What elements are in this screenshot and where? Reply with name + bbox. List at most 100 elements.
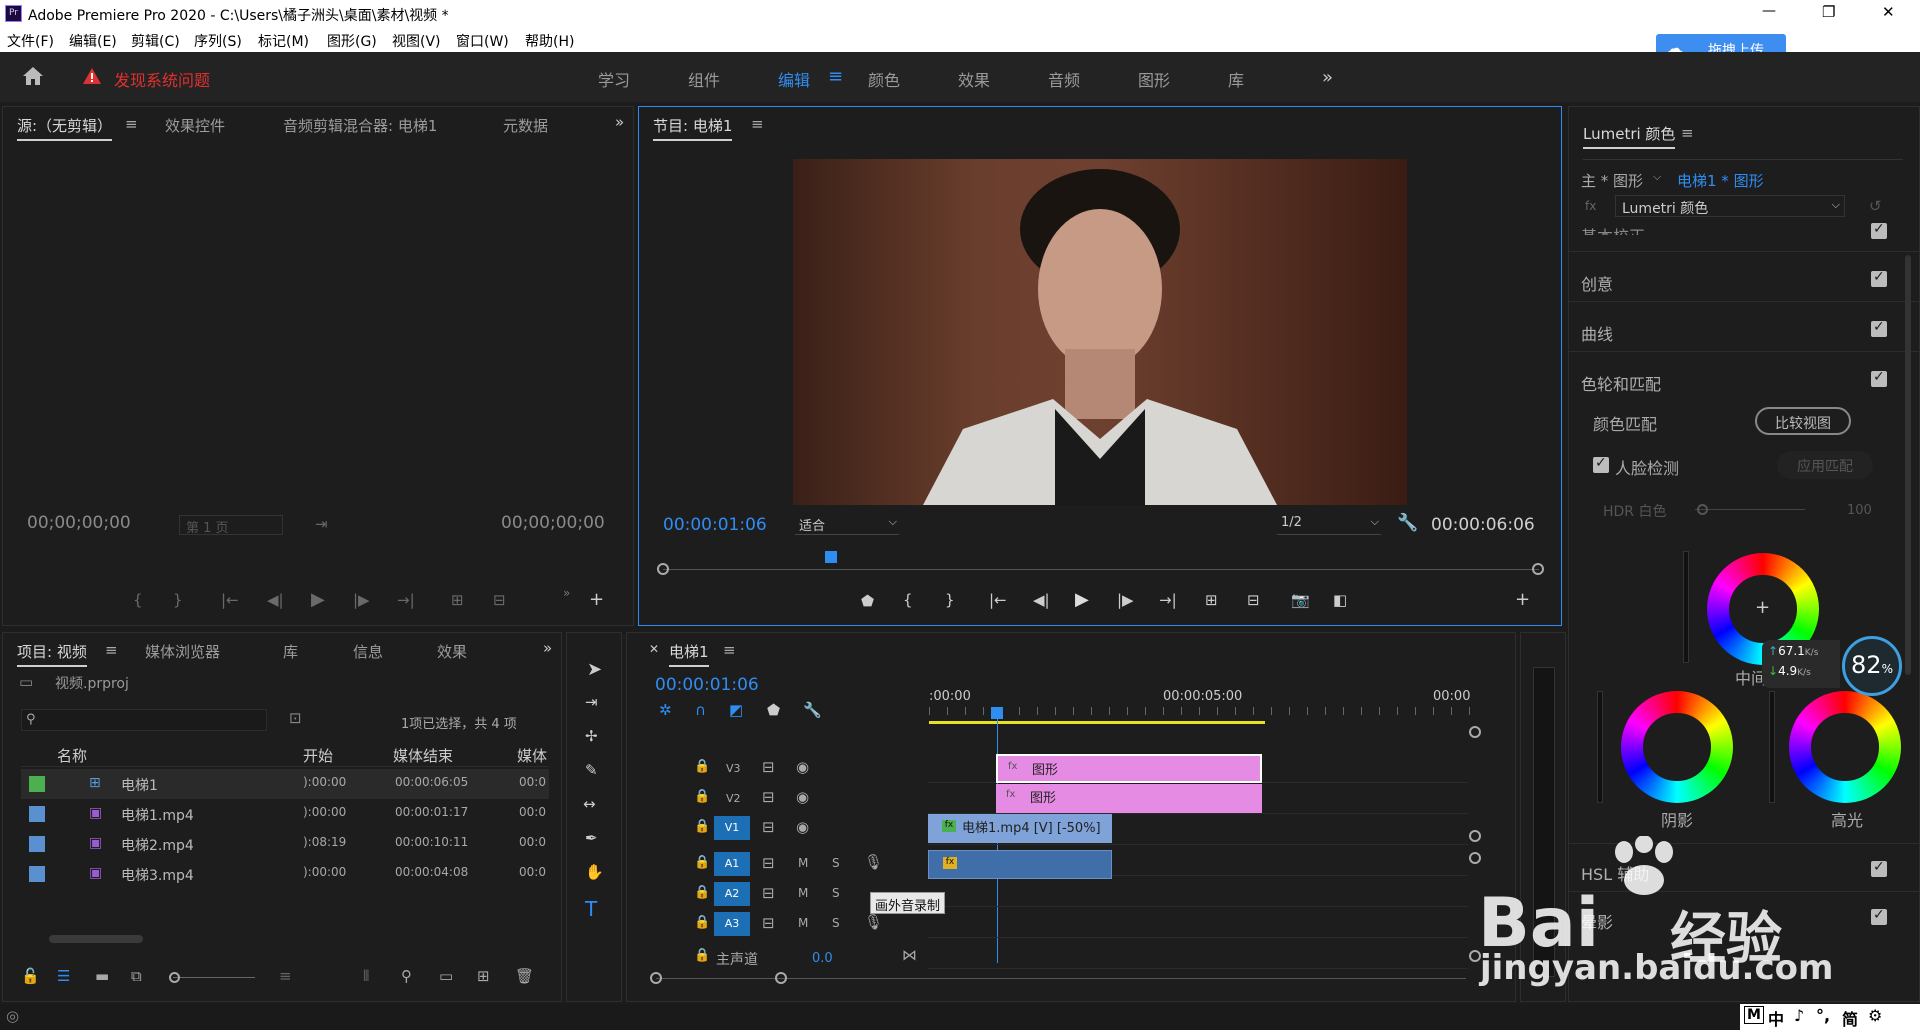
graphic-clip-v2[interactable]: fx 图形 [996,784,1262,813]
overwrite-icon[interactable]: ⊟ [493,593,506,608]
lock-icon[interactable]: 🔒 [694,856,710,869]
insert-icon[interactable]: ⊞ [451,593,464,608]
workspace-tab-libraries[interactable]: 库 [1228,67,1244,91]
workspace-tab-audio[interactable]: 音频 [1048,67,1080,91]
menu-sequence[interactable]: 序列(S) [194,31,242,51]
mark-out-icon[interactable]: } [173,593,183,608]
lock-icon[interactable]: 🔒 [694,820,710,833]
add-button-icon[interactable]: + [1515,591,1530,609]
icon-view-icon[interactable]: ▬ [95,969,109,984]
sync-lock-icon[interactable]: ⊟ [762,886,775,901]
section-creative-checkbox[interactable] [1871,269,1887,287]
microphone-icon[interactable]: 🎙 [864,915,883,930]
network-speed-widget[interactable]: ↑67.1K/s ↓4.9K/s 82% [1762,636,1916,696]
microphone-icon[interactable]: 🎙 [864,855,883,870]
nest-icon[interactable]: ✲ [659,703,672,718]
sync-lock-icon[interactable]: ⊟ [762,760,775,775]
midtone-slider[interactable] [1683,551,1689,663]
project-row[interactable]: ▣ 电梯3.mp4 ):00:00 00:00:04:08 00:0 [21,859,549,889]
menu-graphics[interactable]: 图形(G) [327,31,377,51]
home-icon[interactable] [22,66,44,86]
menu-marker[interactable]: 标记(M) [258,31,309,51]
type-tool-icon[interactable]: T [585,899,597,919]
solo-icon[interactable]: S [832,917,840,929]
tab-audio-clip-mixer[interactable]: 音频剪辑混合器: 电梯1 [283,115,437,136]
audio-clip-a1[interactable]: fx [928,850,1112,879]
ime-settings-icon[interactable]: ⚙ [1868,1006,1882,1025]
resolution-select[interactable]: 1/2 ⌵ [1277,513,1381,535]
close-button[interactable]: ✕ [1882,3,1895,21]
step-forward-icon[interactable]: |▶ [353,593,370,608]
new-item-icon[interactable]: ⊞ [477,969,490,984]
scrub-start-handle[interactable] [657,563,669,575]
menu-view[interactable]: 视图(V) [392,31,441,51]
step-forward-icon[interactable]: |▶ [1117,593,1134,608]
item-name[interactable]: 电梯2.mp4 [121,835,194,855]
video-clip-v1[interactable]: fx 电梯1.mp4 [V] [-50%] [928,814,1112,843]
playhead-icon[interactable] [991,707,1003,719]
lift-icon[interactable]: ⊞ [1205,593,1218,608]
tab-timeline[interactable]: 电梯1 [669,641,709,667]
sort-icon[interactable]: ≡ [279,969,292,984]
menu-window[interactable]: 窗口(W) [456,31,509,51]
add-marker-icon[interactable]: ⬟ [861,594,874,609]
eye-icon[interactable]: ◉ [796,760,809,775]
project-row[interactable]: ▣ 电梯2.mp4 ):08:19 00:00:10:11 00:0 [21,829,549,859]
tab-source[interactable]: 源:（无剪辑） [17,115,113,141]
camera-icon[interactable]: 📷 [1291,593,1310,608]
workspace-more-icon[interactable]: » [1322,67,1333,88]
add-marker-icon[interactable]: ⬟ [767,703,780,718]
timeline-timecode[interactable]: 00:00:01:06 [655,675,759,695]
effect-select[interactable]: Lumetri 颜色 ⌵ [1615,195,1845,217]
settings-wrench-icon[interactable]: 🔧 [803,703,822,718]
source-timecode[interactable]: 00;00;00;00 [27,513,131,533]
section-curves[interactable]: 曲线 [1581,321,1613,345]
extract-icon[interactable]: ⊟ [1247,593,1260,608]
workspace-menu-icon[interactable]: ≡ [828,66,843,87]
wrench-icon[interactable]: 🔧 [1397,515,1418,532]
play-icon[interactable]: ▶ [311,591,325,609]
highlight-color-wheel[interactable] [1789,691,1901,803]
item-name[interactable]: 电梯1.mp4 [121,805,194,825]
menu-help[interactable]: 帮助(H) [525,31,574,51]
menu-file[interactable]: 文件(F) [7,31,54,51]
clip-source-label[interactable]: 电梯1 * 图形 [1677,170,1764,191]
sync-lock-icon[interactable]: ⊟ [762,916,775,931]
panel-menu-icon[interactable]: ≡ [1681,126,1694,141]
hdr-slider[interactable] [1695,509,1805,510]
section-hsl-checkbox[interactable] [1871,859,1887,877]
reset-icon[interactable]: ↺ [1869,199,1882,214]
mute-icon[interactable]: M [798,857,808,869]
ime-moon-icon[interactable]: ♪ [1794,1006,1804,1025]
compare-view-button[interactable]: 比较视图 [1755,407,1851,435]
search-input[interactable]: ⚲ [21,709,267,731]
linked-selection-icon[interactable]: ◩ [729,703,743,718]
sync-lock-icon[interactable]: ⊟ [762,820,775,835]
item-name[interactable]: 电梯3.mp4 [121,865,194,885]
workspace-tab-effects[interactable]: 效果 [958,67,990,91]
ime-punctuation-icon[interactable]: °, [1816,1006,1830,1025]
panel-menu-icon[interactable]: ≡ [105,643,118,658]
panel-menu-icon[interactable]: ≡ [125,117,138,132]
tab-media-browser[interactable]: 媒体浏览器 [145,641,220,662]
track-v2-label[interactable]: V2 [726,792,741,805]
workspace-tab-assembly[interactable]: 组件 [688,67,720,91]
go-to-out-icon[interactable]: →| [1159,593,1177,608]
tab-project[interactable]: 项目: 视频 [17,641,87,667]
tab-program[interactable]: 节目: 电梯1 [653,115,733,141]
track-a2-label[interactable]: A2 [714,882,750,906]
column-name[interactable]: 名称 [57,745,87,766]
section-creative[interactable]: 创意 [1581,271,1613,295]
section-curves-checkbox[interactable] [1871,319,1887,337]
section-color-wheels-checkbox[interactable] [1871,369,1887,387]
mark-out-icon[interactable]: } [945,593,955,608]
play-icon[interactable]: ▶ [1075,591,1089,609]
track-a3-label[interactable]: A3 [714,912,750,936]
lock-icon[interactable]: 🔒 [694,760,710,773]
new-bin-icon[interactable]: ▭ [439,969,453,984]
panel-menu-icon[interactable]: ≡ [751,117,764,132]
menu-edit[interactable]: 编辑(E) [69,31,117,51]
lock-icon[interactable]: 🔓 [21,969,40,984]
panel-overflow-icon[interactable]: » [615,115,624,130]
track-v1-label[interactable]: V1 [714,816,750,840]
